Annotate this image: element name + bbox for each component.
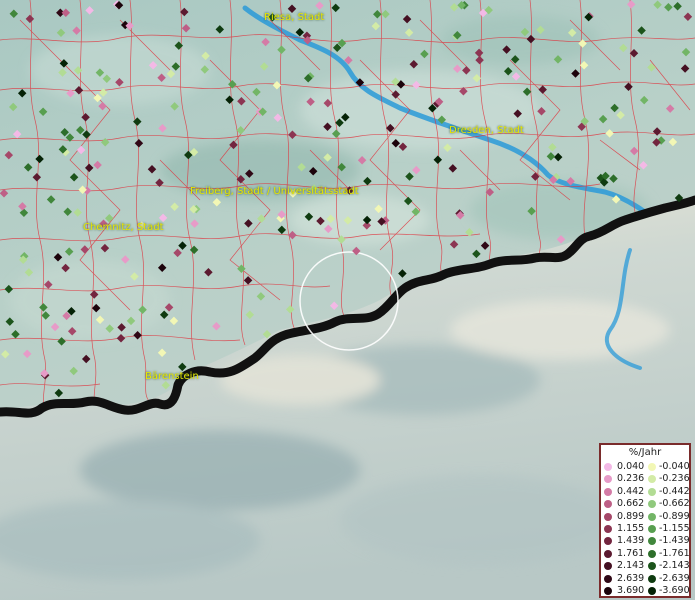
legend-value-negative: -0.236 bbox=[659, 473, 690, 485]
city-label-freiberg: Freiberg, Stadt / Universitätsstadt bbox=[190, 186, 359, 197]
legend-value-negative: -1.439 bbox=[659, 535, 690, 547]
legend-value-positive: 0.442 bbox=[617, 485, 645, 497]
legend-value-negative: -2.143 bbox=[659, 560, 690, 572]
legend-swatch-negative bbox=[648, 525, 656, 533]
legend-value-positive: 1.761 bbox=[617, 547, 645, 559]
legend-swatch-positive bbox=[604, 537, 612, 546]
city-label-dresden: Dresden, Stadt bbox=[449, 125, 524, 136]
legend-value-negative: -0.442 bbox=[659, 485, 690, 497]
map-view[interactable]: Riesa, Stadt Dresden, Stadt Freiberg, St… bbox=[0, 0, 695, 600]
legend-value-positive: 0.899 bbox=[617, 510, 645, 522]
legend-row: 0.899 -0.899 bbox=[603, 510, 690, 523]
legend-title: %/Jahr bbox=[628, 447, 662, 458]
legend-row: 1.439 -1.439 bbox=[603, 535, 690, 547]
city-label-baerenstein: Bärenstein bbox=[145, 371, 199, 382]
legend-row: 1.761 -1.761 bbox=[603, 547, 690, 560]
legend-value-positive: 0.236 bbox=[617, 473, 645, 485]
legend-value-positive: 0.040 bbox=[617, 461, 645, 472]
legend-swatch-negative bbox=[648, 587, 656, 595]
legend-swatch-positive bbox=[604, 525, 612, 533]
legend-value-positive: 0.662 bbox=[617, 498, 645, 510]
legend-swatch-positive bbox=[604, 500, 612, 509]
legend-value-positive: 3.690 bbox=[617, 585, 645, 596]
legend-value-positive: 1.155 bbox=[617, 523, 645, 534]
legend-row: 0.442 -0.442 bbox=[603, 485, 690, 498]
legend-value-positive: 2.143 bbox=[617, 560, 645, 572]
legend-row: 0.236 -0.236 bbox=[603, 473, 690, 485]
legend-value-positive: 1.439 bbox=[617, 535, 645, 547]
legend-swatch-negative bbox=[648, 537, 656, 546]
legend-row: 2.639 -2.639 bbox=[603, 572, 690, 585]
legend-swatch-positive bbox=[604, 549, 612, 558]
legend-swatch-negative bbox=[648, 549, 656, 558]
legend-row: 2.143 -2.143 bbox=[603, 560, 690, 572]
legend-row: 0.662 -0.662 bbox=[603, 498, 690, 510]
legend-swatch-negative bbox=[648, 574, 656, 583]
legend-row: 1.155 -1.155 bbox=[603, 523, 690, 535]
legend-value-negative: -1.761 bbox=[659, 547, 690, 559]
legend-value-positive: 2.639 bbox=[617, 572, 645, 584]
legend-value-negative: -0.662 bbox=[659, 498, 690, 510]
map-legend: %/Jahr 0.040 -0.040 0.236 -0.236 0.442 -0.442… bbox=[599, 443, 691, 598]
legend-swatch-negative bbox=[648, 562, 656, 571]
legend-swatch-negative bbox=[648, 463, 656, 471]
city-label-riesa: Riesa, Stadt bbox=[264, 12, 325, 23]
legend-swatch-negative bbox=[648, 500, 656, 509]
legend-swatch-positive bbox=[604, 512, 612, 521]
legend-swatch-negative bbox=[648, 475, 656, 484]
legend-swatch-negative bbox=[648, 512, 656, 521]
map-canvas[interactable] bbox=[0, 0, 695, 600]
city-label-chemnitz: Chemnitz, Stadt bbox=[83, 222, 164, 233]
legend-value-negative: -3.690 bbox=[659, 585, 690, 596]
legend-value-negative: -1.155 bbox=[659, 523, 690, 534]
legend-swatch-positive bbox=[604, 475, 612, 484]
legend-swatch-positive bbox=[604, 562, 612, 571]
legend-row: 0.040 -0.040 bbox=[603, 461, 690, 473]
legend-swatch-negative bbox=[648, 487, 656, 496]
legend-value-negative: -2.639 bbox=[659, 572, 690, 584]
legend-value-negative: -0.040 bbox=[659, 461, 690, 472]
legend-value-negative: -0.899 bbox=[659, 510, 690, 522]
legend-row: 3.690 -3.690 bbox=[603, 585, 690, 597]
legend-swatch-positive bbox=[604, 463, 612, 471]
legend-swatch-positive bbox=[604, 487, 612, 496]
legend-swatch-positive bbox=[604, 587, 612, 595]
legend-swatch-positive bbox=[604, 574, 612, 583]
